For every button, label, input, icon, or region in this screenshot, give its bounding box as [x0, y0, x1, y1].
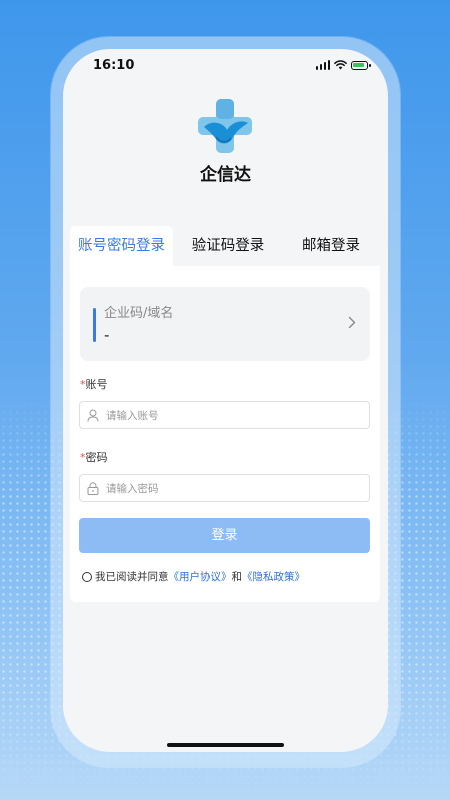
agreement-radio[interactable] [82, 571, 92, 582]
password-label: *密码 [80, 449, 108, 465]
home-indicator [167, 743, 284, 747]
agreement-row: 我已阅读并同意 《用户协议》 和 《隐私政策》 [82, 569, 305, 584]
battery-icon [351, 60, 371, 70]
login-button[interactable]: 登录 [79, 518, 370, 553]
tab-email-login[interactable]: 邮箱登录 [285, 226, 377, 266]
wifi-icon [334, 60, 347, 70]
password-label-text: 密码 [85, 451, 108, 464]
app-name: 企信达 [200, 165, 251, 185]
chevron-right-icon [348, 316, 356, 329]
agreement-text: 我已阅读并同意 [95, 571, 169, 583]
status-bar: 16:10 [63, 49, 388, 85]
account-label-text: 账号 [85, 378, 108, 391]
account-input[interactable]: 请输入账号 [79, 401, 370, 429]
login-tabs: 账号密码登录 验证码登录 邮箱登录 [70, 226, 380, 266]
domain-value: - [104, 326, 110, 344]
app-logo-icon [198, 99, 252, 153]
signal-icon [315, 60, 330, 70]
status-time: 16:10 [93, 58, 135, 73]
user-icon [87, 409, 99, 422]
status-icons [315, 60, 371, 70]
agreement-and: 和 [231, 571, 243, 583]
account-label: *账号 [80, 376, 108, 392]
account-placeholder: 请输入账号 [106, 410, 159, 422]
password-placeholder: 请输入密码 [106, 483, 159, 495]
lock-icon [87, 482, 99, 495]
user-agreement-link[interactable]: 《用户协议》 [169, 569, 232, 584]
tab-code-login[interactable]: 验证码登录 [178, 226, 278, 266]
privacy-policy-link[interactable]: 《隐私政策》 [242, 569, 305, 584]
login-form-card: 企业码/域名 - *账号 请输入账号 *密码 请输入密码 登录 我已阅读并同意 … [70, 266, 380, 602]
domain-accent-bar [93, 308, 96, 342]
phone-screen: 16:10 企信达 账号密码登录 验证码登录 邮箱登录 企业码/域名 - *账号… [63, 49, 388, 752]
tab-password-login[interactable]: 账号密码登录 [70, 226, 173, 266]
password-input[interactable]: 请输入密码 [79, 474, 370, 502]
domain-selector[interactable]: 企业码/域名 - [80, 287, 370, 361]
domain-label: 企业码/域名 [104, 306, 174, 321]
